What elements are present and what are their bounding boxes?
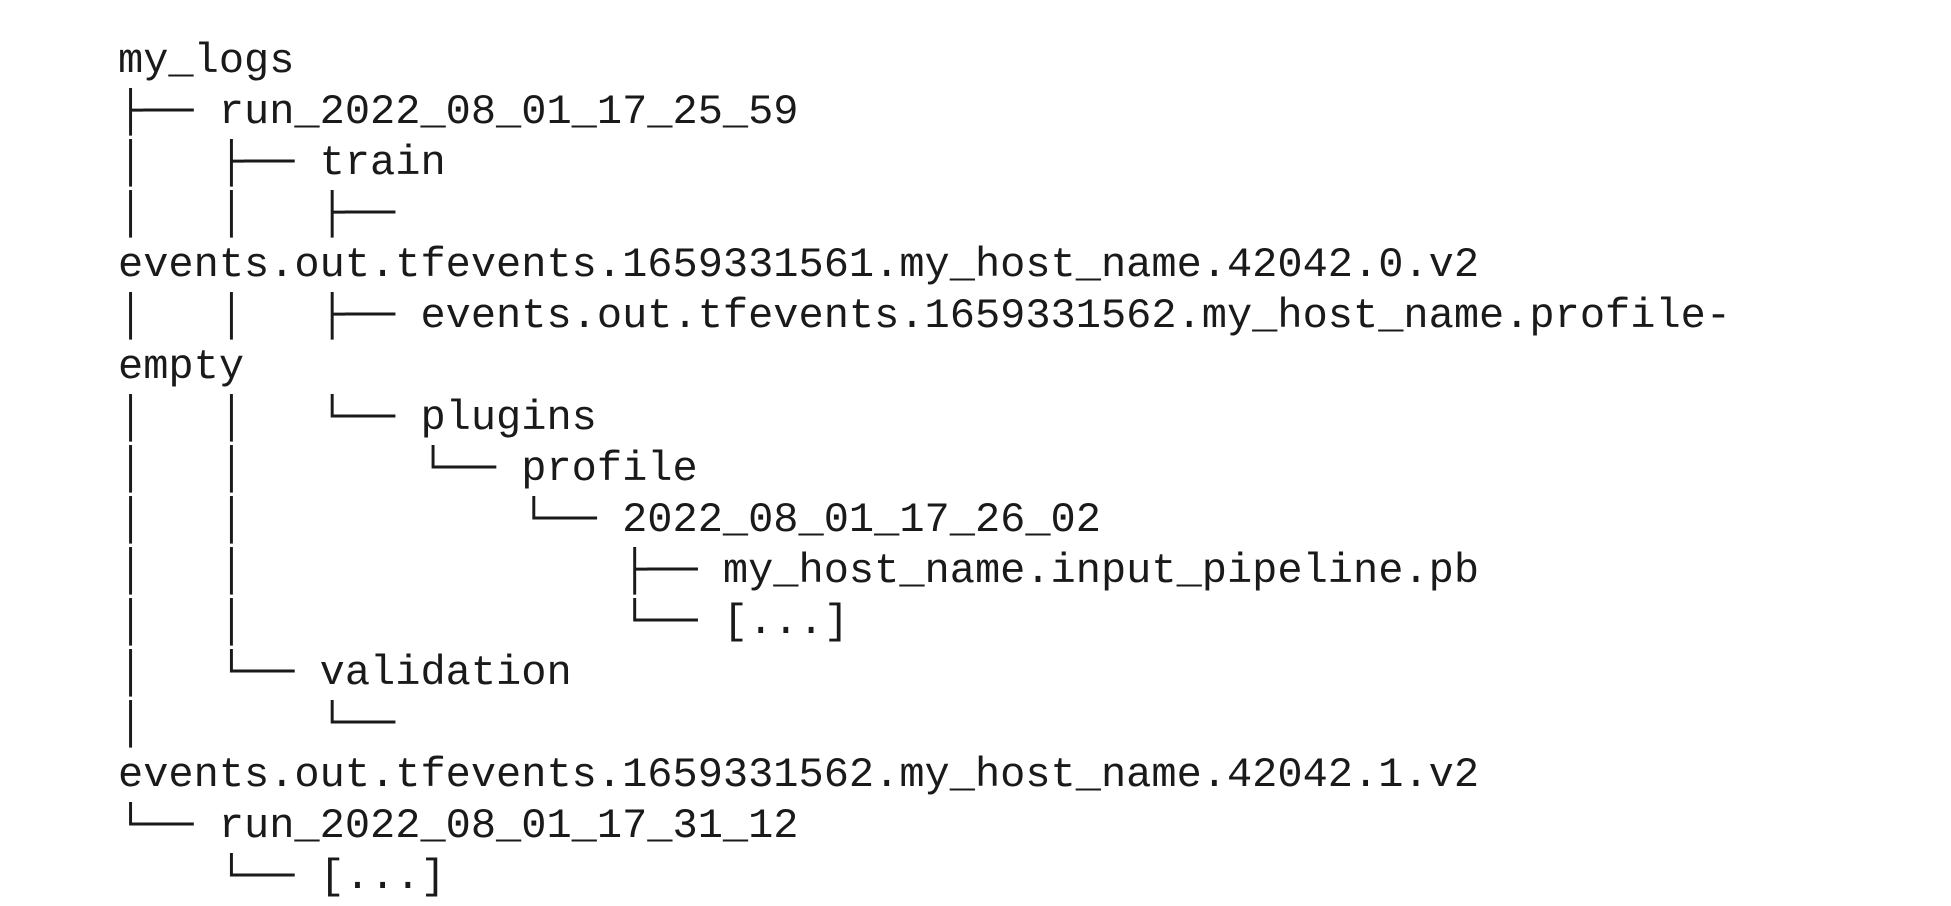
tree-line: empty [118, 343, 245, 391]
tree-line: └── run_2022_08_01_17_31_12 [118, 802, 799, 850]
tree-line: │ └── validation [118, 649, 572, 697]
tree-line: │ │ ├── events.out.tfevents.1659331562.m… [118, 292, 1732, 340]
tree-line: ├── run_2022_08_01_17_25_59 [118, 88, 799, 136]
tree-line: │ ├── train [118, 139, 446, 187]
tree-line: events.out.tfevents.1659331562.my_host_n… [118, 751, 1480, 799]
tree-line: │ │ ├── [118, 190, 396, 238]
tree-line: │ │ └── [...] [118, 598, 849, 646]
directory-tree: my_logs ├── run_2022_08_01_17_25_59 │ ├── … [118, 36, 1731, 903]
tree-line: └── [...] [118, 853, 446, 901]
tree-line: │ │ ├── my_host_name.input_pipeline.pb [118, 547, 1480, 595]
tree-line: │ │ └── 2022_08_01_17_26_02 [118, 496, 1101, 544]
tree-line: events.out.tfevents.1659331561.my_host_n… [118, 241, 1480, 289]
tree-line-root: my_logs [118, 37, 295, 85]
tree-line: │ │ └── plugins [118, 394, 597, 442]
tree-line: │ └── [118, 700, 396, 748]
tree-line: │ │ └── profile [118, 445, 698, 493]
